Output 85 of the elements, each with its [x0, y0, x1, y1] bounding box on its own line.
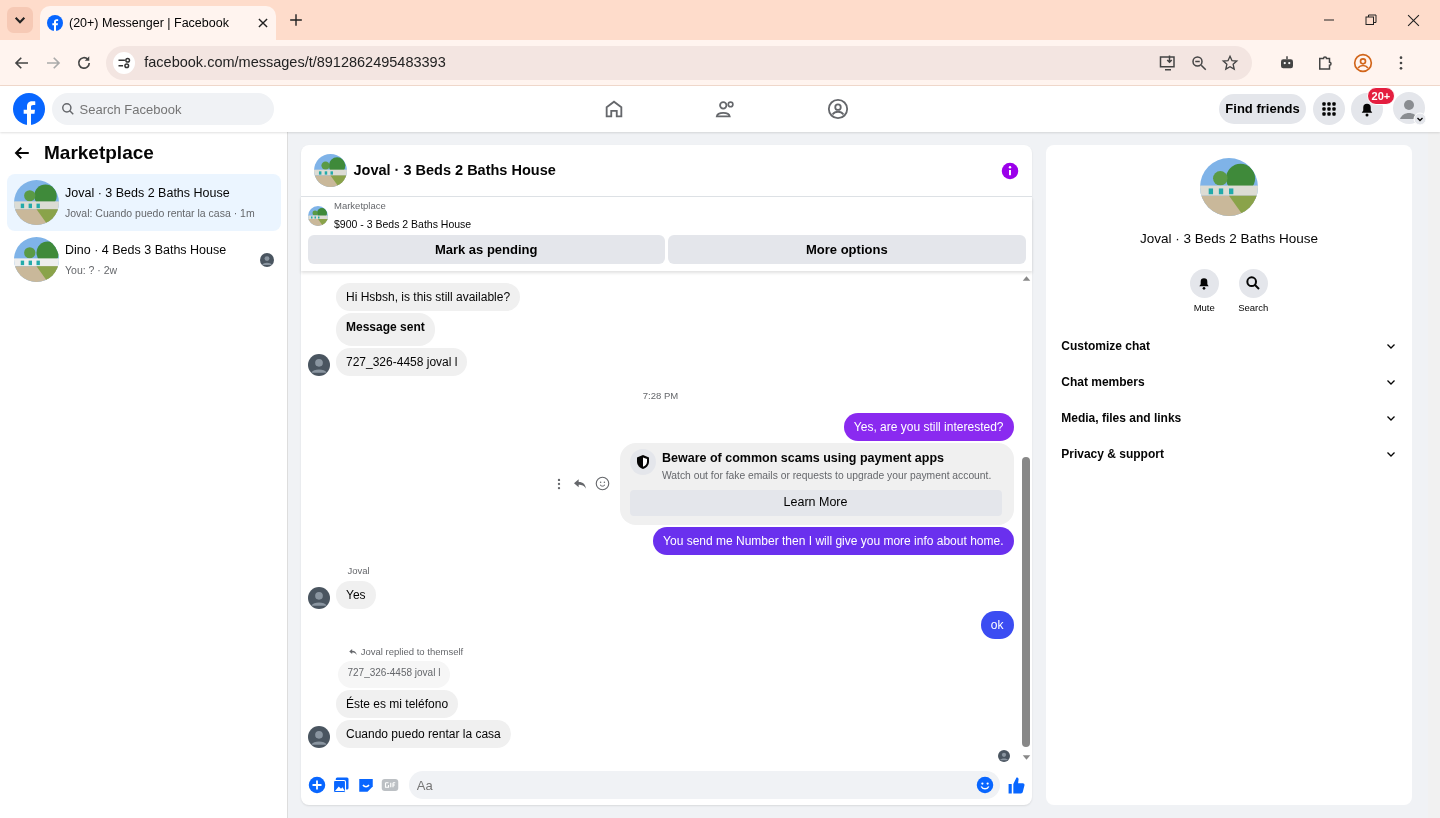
section-label: Customize chat — [1061, 338, 1150, 356]
plus-icon[interactable] — [307, 776, 326, 794]
install-icon[interactable] — [1159, 53, 1177, 72]
conversation-preview: Joval: Cuando puedo rentar la casa · 1m — [65, 205, 256, 221]
message-bubble: You send me Number then I will give you more info about home. — [653, 526, 1014, 555]
conversation-item[interactable]: Dino · 4 Beds 3 Baths House You: ? · 2w — [6, 231, 281, 288]
message-bubble: 727_326-4458 joval l — [336, 348, 468, 377]
scroll-down-icon[interactable] — [1021, 752, 1031, 762]
sidebar-title: Marketplace — [44, 140, 154, 165]
restore-icon[interactable] — [1365, 14, 1377, 26]
close-icon[interactable] — [255, 16, 270, 30]
section-label: Media, files and links — [1061, 410, 1182, 428]
timestamp: 7:28 PM — [642, 389, 679, 401]
search-icon — [1245, 275, 1262, 292]
learn-more-button[interactable]: Learn More — [629, 489, 1002, 516]
site-settings-icon[interactable] — [112, 51, 135, 74]
notice-title: Beware of common scams using payment apps — [662, 449, 946, 467]
action-button[interactable]: More options — [668, 235, 1026, 264]
avatar — [307, 725, 330, 748]
facebook-logo[interactable] — [13, 93, 45, 125]
zoom-out-icon[interactable] — [1190, 53, 1208, 72]
sender-name: Joval — [347, 564, 370, 576]
search-field[interactable]: Search Facebook — [51, 93, 274, 125]
apps-menu-button[interactable] — [1312, 93, 1345, 125]
message-bubble: Message sent — [336, 313, 435, 347]
browser-tab[interactable]: (20+) Messenger | Facebook — [40, 6, 276, 40]
scrollbar-thumb[interactable] — [1022, 456, 1030, 747]
grid-icon — [1320, 101, 1337, 117]
avatar — [259, 253, 274, 268]
plus-icon[interactable] — [289, 13, 303, 27]
groups-icon[interactable] — [827, 98, 850, 120]
message-bubble: ok — [980, 611, 1014, 640]
info-icon[interactable] — [1001, 161, 1019, 180]
like-icon[interactable] — [1006, 775, 1026, 795]
close-icon[interactable] — [1407, 13, 1420, 27]
action-label: Mute — [1193, 301, 1215, 315]
scroll-up-icon[interactable] — [1021, 273, 1031, 283]
conversation-title: Joval · 3 Beds 2 Baths House — [65, 184, 231, 202]
emoji-icon[interactable] — [976, 776, 994, 794]
address-bar[interactable]: facebook.com/messages/t/8912862495483393 — [106, 45, 1252, 80]
details-title: Joval · 3 Beds 2 Baths House — [1140, 230, 1318, 248]
message-input[interactable]: Aa — [408, 771, 1000, 799]
photo-icon[interactable] — [332, 776, 350, 794]
message-bubble: Cuando puedo rentar la casa — [336, 719, 511, 748]
shield-icon — [629, 448, 656, 475]
section-row[interactable]: Chat members — [1049, 364, 1409, 401]
conversation-title: Dino · 4 Beds 3 Baths House — [65, 241, 228, 259]
dropdown-icon[interactable] — [7, 7, 33, 33]
mute-button[interactable] — [1189, 268, 1219, 298]
page-scrollbar[interactable] — [1428, 132, 1440, 818]
notice-text: Watch out for fake emails or requests to upgrade your payment account. — [662, 468, 992, 483]
message-bubble: Hi Hsbsh, is this still available? — [336, 283, 521, 312]
notification-badge: 20+ — [1366, 87, 1396, 105]
avatar — [307, 354, 330, 377]
reply-note: Joval replied to themself — [360, 644, 464, 659]
facebook-icon — [46, 15, 63, 31]
avatar — [998, 749, 1011, 762]
section-row[interactable]: Media, files and links — [1049, 400, 1409, 437]
chat-title: Joval · 3 Beds 2 Baths House — [353, 160, 557, 180]
action-label: Search — [1238, 301, 1269, 315]
sticker-icon[interactable] — [356, 776, 375, 794]
tab-title: (20+) Messenger | Facebook — [69, 14, 230, 32]
message-bubble: Yes, are you still interested? — [843, 412, 1014, 441]
section-row[interactable]: Privacy & support — [1049, 436, 1409, 473]
message-bubble: Éste es mi teléfono — [336, 689, 459, 718]
action-button[interactable]: Mark as pending — [307, 235, 665, 264]
url-text: facebook.com/messages/t/8912862495483393 — [144, 52, 447, 72]
listing-label: Marketplace — [334, 199, 387, 214]
profile-icon[interactable] — [1353, 52, 1373, 73]
conversation-preview: You: ? · 2w — [65, 262, 119, 278]
emoji-icon[interactable] — [594, 476, 610, 492]
listing-title: $900 - 3 Beds 2 Baths House — [334, 216, 472, 232]
section-label: Privacy & support — [1061, 446, 1164, 464]
search-icon — [60, 102, 75, 116]
account-avatar[interactable] — [1393, 92, 1427, 126]
back-arrow-icon[interactable] — [13, 144, 31, 162]
search-button[interactable] — [1238, 268, 1268, 298]
section-row[interactable]: Customize chat — [1049, 328, 1409, 365]
star-icon[interactable] — [1221, 53, 1239, 72]
message-bubble: Yes — [336, 581, 376, 610]
conversation-item[interactable]: Joval · 3 Beds 2 Baths House Joval: Cuando puedo rentar la casa · 1m — [6, 174, 281, 231]
section-label: Chat members — [1061, 374, 1145, 392]
avatar — [307, 587, 330, 610]
quoted-message: 727_326-4458 joval l — [337, 660, 451, 688]
find-friends-button[interactable]: Find friends — [1218, 94, 1307, 124]
